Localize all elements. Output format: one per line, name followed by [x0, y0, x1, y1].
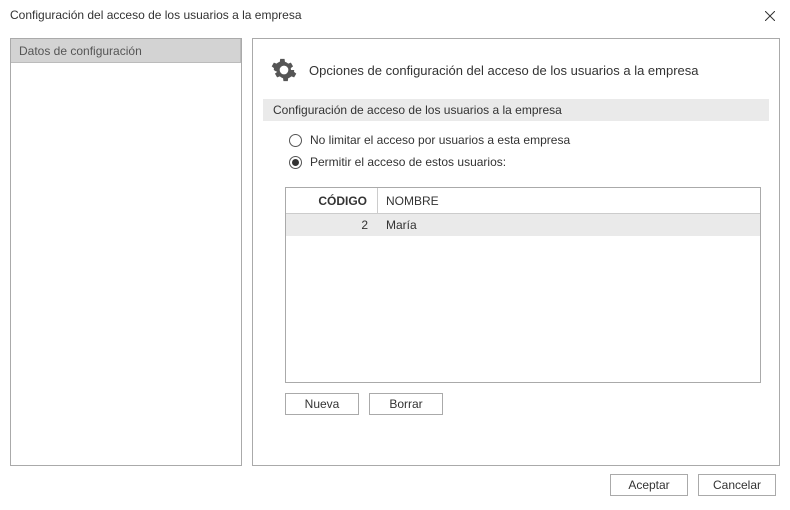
- radio-allow-users[interactable]: Permitir el acceso de estos usuarios:: [289, 155, 761, 169]
- sidebar-panel: Datos de configuración: [10, 38, 242, 466]
- close-icon: [765, 11, 775, 21]
- panel-title: Opciones de configuración del acceso de …: [309, 63, 699, 78]
- radio-no-limit[interactable]: No limitar el acceso por usuarios a esta…: [289, 133, 761, 147]
- table-buttons: Nueva Borrar: [285, 393, 761, 415]
- radio-icon: [289, 156, 302, 169]
- sidebar-tab-label: Datos de configuración: [19, 44, 142, 58]
- section-header: Configuración de acceso de los usuarios …: [263, 99, 769, 121]
- radio-label: Permitir el acceso de estos usuarios:: [310, 155, 506, 169]
- dialog-footer: Aceptar Cancelar: [0, 470, 790, 510]
- sidebar-tab-config[interactable]: Datos de configuración: [11, 39, 241, 63]
- cancelar-button[interactable]: Cancelar: [698, 474, 776, 496]
- radio-icon: [289, 134, 302, 147]
- dialog-body: Datos de configuración Opciones de confi…: [0, 30, 790, 470]
- col-header-nombre[interactable]: NOMBRE: [378, 188, 760, 213]
- window-title: Configuración del acceso de los usuarios…: [10, 8, 302, 22]
- panel-header: Opciones de configuración del acceso de …: [271, 57, 761, 83]
- gear-icon: [271, 57, 297, 83]
- dialog-window: Configuración del acceso de los usuarios…: [0, 0, 790, 510]
- close-button[interactable]: [758, 4, 782, 28]
- borrar-button[interactable]: Borrar: [369, 393, 443, 415]
- cell-nombre: María: [378, 218, 760, 232]
- radio-label: No limitar el acceso por usuarios a esta…: [310, 133, 570, 147]
- col-header-codigo[interactable]: CÓDIGO: [286, 188, 378, 213]
- aceptar-button[interactable]: Aceptar: [610, 474, 688, 496]
- cell-codigo: 2: [286, 218, 378, 232]
- radio-group-access: No limitar el acceso por usuarios a esta…: [271, 133, 761, 177]
- table-body: 2 María: [286, 214, 760, 382]
- nueva-button[interactable]: Nueva: [285, 393, 359, 415]
- users-table: CÓDIGO NOMBRE 2 María: [285, 187, 761, 383]
- titlebar: Configuración del acceso de los usuarios…: [0, 0, 790, 30]
- table-row[interactable]: 2 María: [286, 214, 760, 236]
- main-panel: Opciones de configuración del acceso de …: [252, 38, 780, 466]
- section-title: Configuración de acceso de los usuarios …: [273, 103, 562, 117]
- table-header: CÓDIGO NOMBRE: [286, 188, 760, 214]
